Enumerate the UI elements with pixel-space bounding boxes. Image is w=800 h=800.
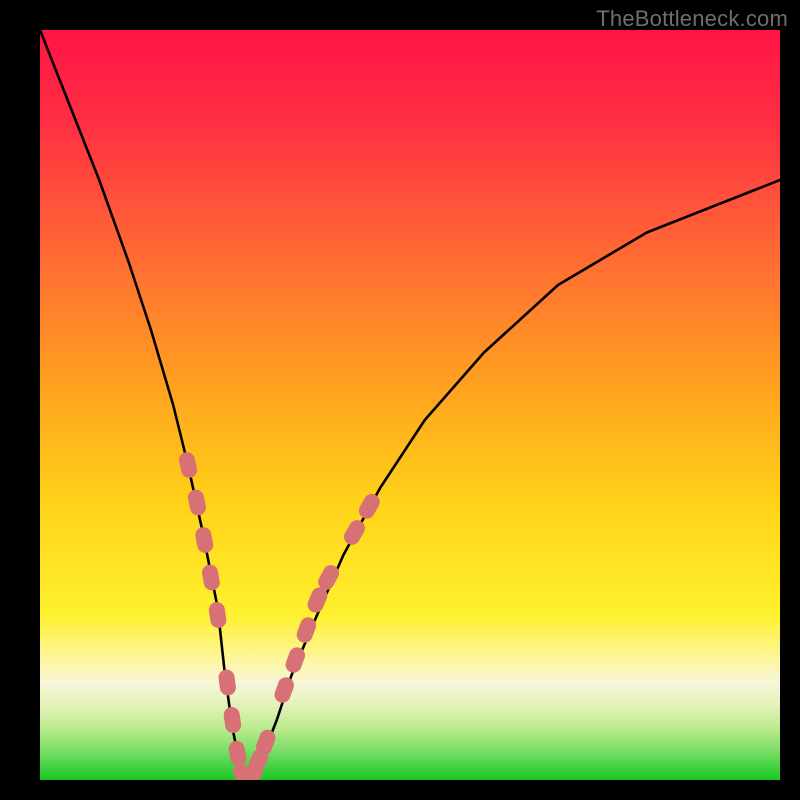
watermark-text: TheBottleneck.com: [596, 6, 788, 32]
marker-point: [223, 706, 243, 734]
marker-point: [356, 491, 383, 522]
marker-point: [201, 563, 221, 591]
marker-point: [272, 675, 296, 705]
marker-point: [227, 739, 248, 768]
bottleneck-curve: [40, 30, 780, 780]
marker-point: [177, 451, 199, 480]
marker-point: [217, 669, 236, 697]
marker-point: [194, 526, 215, 554]
chart-svg: [40, 30, 780, 780]
marker-point: [208, 601, 228, 629]
highlight-markers: [177, 451, 382, 780]
marker-point: [341, 517, 368, 548]
plot-area: [40, 30, 780, 780]
chart-frame: TheBottleneck.com: [0, 0, 800, 800]
marker-point: [186, 488, 207, 517]
